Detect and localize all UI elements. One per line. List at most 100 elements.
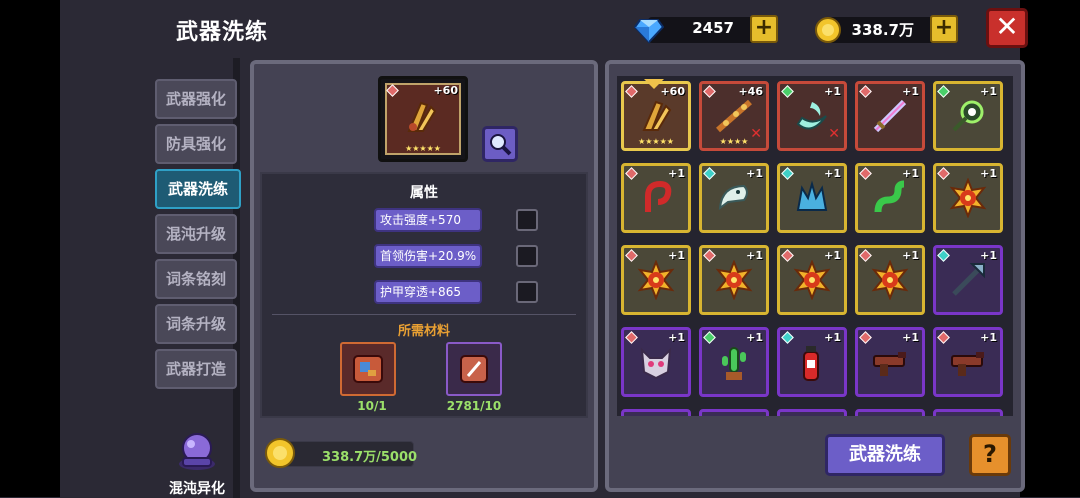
inventory-slot[interactable] — [933, 409, 1003, 416]
fire-orb-icon — [637, 260, 675, 300]
gold-amount: 338.7万 — [851, 21, 914, 39]
refine-button[interactable]: 武器洗练 — [825, 434, 945, 476]
chaos-orb-icon — [179, 433, 215, 470]
inventory-slot[interactable]: +1 — [777, 163, 847, 233]
inventory-slot[interactable]: +46 ★★★★ ✕ — [699, 81, 769, 151]
selected-weapon-slot[interactable]: +60 ★★★★★ — [378, 76, 468, 162]
red-hook-icon — [645, 180, 672, 212]
page-title: 武器洗练 — [176, 20, 269, 45]
attribute-box: 属性 攻击强度+570 首领伤害+20.9% 护甲穿透+865 所需材料 10/… — [260, 172, 588, 418]
inventory-slot[interactable]: +60 ★★★★★ — [621, 81, 691, 151]
inventory-slot[interactable]: +1 — [699, 327, 769, 397]
divider — [272, 314, 576, 315]
inventory-slot[interactable]: +1 — [777, 327, 847, 397]
bone-jaw-icon — [718, 184, 748, 211]
diamond-icon — [634, 19, 664, 44]
attributes-title: 属性 — [410, 185, 438, 201]
inventory-slot[interactable]: +1 — [621, 163, 691, 233]
inventory-slot[interactable]: +1 — [621, 327, 691, 397]
inventory-slot[interactable]: +1 — [933, 163, 1003, 233]
gem-amount: 2457 — [692, 19, 734, 37]
unavailable-mark-icon: ✕ — [828, 126, 840, 142]
inventory-slot[interactable]: +1 — [933, 245, 1003, 315]
inventory-slot[interactable]: +1 — [699, 245, 769, 315]
material-count-1: 10/1 — [357, 399, 387, 413]
fire-orb-icon — [871, 260, 909, 300]
selected-weapon-content: +60 ★★★★★ — [385, 83, 461, 155]
chaos-mutation-button[interactable]: 混沌异化 — [160, 430, 234, 498]
material-count-2: 2781/10 — [446, 399, 502, 413]
rainbow-sword-icon — [873, 99, 907, 133]
gem-currency: 2457 + — [634, 14, 778, 44]
selected-weapon-stars: ★★★★★ — [405, 144, 441, 153]
sidebar-item-affix-inscribe[interactable]: 词条铭刻 — [155, 259, 237, 299]
selected-weapon-level: +60 — [433, 84, 458, 97]
chaos-mutation-label: 混沌异化 — [169, 481, 225, 497]
inventory-slot[interactable]: +1 — [855, 327, 925, 397]
leather-gun-icon — [951, 352, 984, 376]
lock-attribute-attack-checkbox[interactable] — [516, 209, 538, 231]
lock-attribute-boss-damage-checkbox[interactable] — [516, 245, 538, 267]
ice-crown-icon — [796, 180, 828, 211]
inventory-slot[interactable] — [621, 409, 691, 416]
golden-claw-icon — [407, 101, 437, 132]
inventory-slot[interactable]: +1 ✕ — [777, 81, 847, 151]
cost-amount: 338.7万/5000 — [322, 450, 418, 465]
inventory-slot[interactable] — [777, 409, 847, 416]
letterbox-right — [1020, 0, 1080, 497]
sidebar-item-weapon-enhance[interactable]: 武器强化 — [155, 79, 237, 119]
help-button[interactable]: ? — [969, 434, 1011, 476]
materials-title: 所需材料 — [397, 324, 450, 339]
inventory-slot[interactable]: +1 — [777, 245, 847, 315]
material-slot-1[interactable] — [340, 342, 396, 396]
add-gems-button[interactable]: + — [750, 15, 778, 43]
unavailable-mark-icon: ✕ — [750, 126, 762, 142]
weapon-inventory-grid: +60 ★★★★★ +46 ★★★★ ✕ +1 ✕ +1 +1 +1 +1 +1 +1 +1 +1 +1 +1 +… — [617, 76, 1013, 416]
item-stars: ★★★★★ — [638, 137, 674, 146]
green-eye-staff-icon — [952, 100, 984, 132]
refine-cost: 338.7万/5000 — [262, 436, 418, 470]
gold-coin-icon — [815, 17, 841, 43]
attribute-attack: 攻击强度+570 — [374, 208, 482, 232]
spiked-chain-icon — [716, 99, 752, 133]
fire-orb-icon — [715, 260, 753, 300]
refine-stone-icon — [460, 355, 488, 383]
sidebar-item-armor-enhance[interactable]: 防具强化 — [155, 124, 237, 164]
inventory-slot[interactable]: +1 — [855, 81, 925, 151]
inventory-slot[interactable]: +1 — [933, 81, 1003, 151]
golden-claw-icon — [642, 100, 672, 131]
cactus-icon — [722, 347, 746, 380]
inventory-slot[interactable]: +1 — [855, 163, 925, 233]
attribute-boss-damage: 首领伤害+20.9% — [374, 244, 482, 268]
sidebar-item-affix-upgrade[interactable]: 词条升级 — [155, 304, 237, 344]
selection-arrow-icon — [644, 79, 664, 89]
inventory-slot[interactable] — [699, 409, 769, 416]
material-slot-2[interactable] — [446, 342, 502, 396]
lock-attribute-armor-pierce-checkbox[interactable] — [516, 281, 538, 303]
sidebar-item-weapon-forge[interactable]: 武器打造 — [155, 349, 237, 389]
inventory-slot[interactable]: +1 — [855, 245, 925, 315]
cat-mask-icon — [640, 347, 672, 380]
fire-extinguisher-icon — [803, 346, 819, 381]
ore-chunk-icon — [353, 355, 383, 383]
add-gold-button[interactable]: + — [930, 15, 958, 43]
crescent-blade-icon — [796, 102, 827, 130]
letterbox-left — [0, 0, 60, 497]
sidebar-item-weapon-refine[interactable]: 武器洗练 — [155, 169, 241, 209]
rarity-gem-icon — [386, 84, 399, 97]
fire-orb-icon — [793, 260, 831, 300]
green-worm-icon — [874, 180, 905, 213]
magnifier-icon — [490, 134, 512, 156]
inspect-button[interactable] — [482, 126, 518, 162]
inventory-slot[interactable]: +1 — [933, 327, 1003, 397]
gold-coin-icon — [265, 438, 295, 468]
inventory-slot[interactable]: +1 — [699, 163, 769, 233]
inventory-slot[interactable]: +1 — [621, 245, 691, 315]
close-button[interactable]: ✕ — [986, 8, 1028, 48]
fire-orb-icon — [949, 178, 987, 218]
gold-currency: 338.7万 + — [814, 14, 958, 44]
leather-gun-icon — [873, 352, 906, 376]
sidebar-item-chaos-upgrade[interactable]: 混沌升级 — [155, 214, 237, 254]
attribute-armor-pierce: 护甲穿透+865 — [374, 280, 482, 304]
inventory-slot[interactable] — [855, 409, 925, 416]
